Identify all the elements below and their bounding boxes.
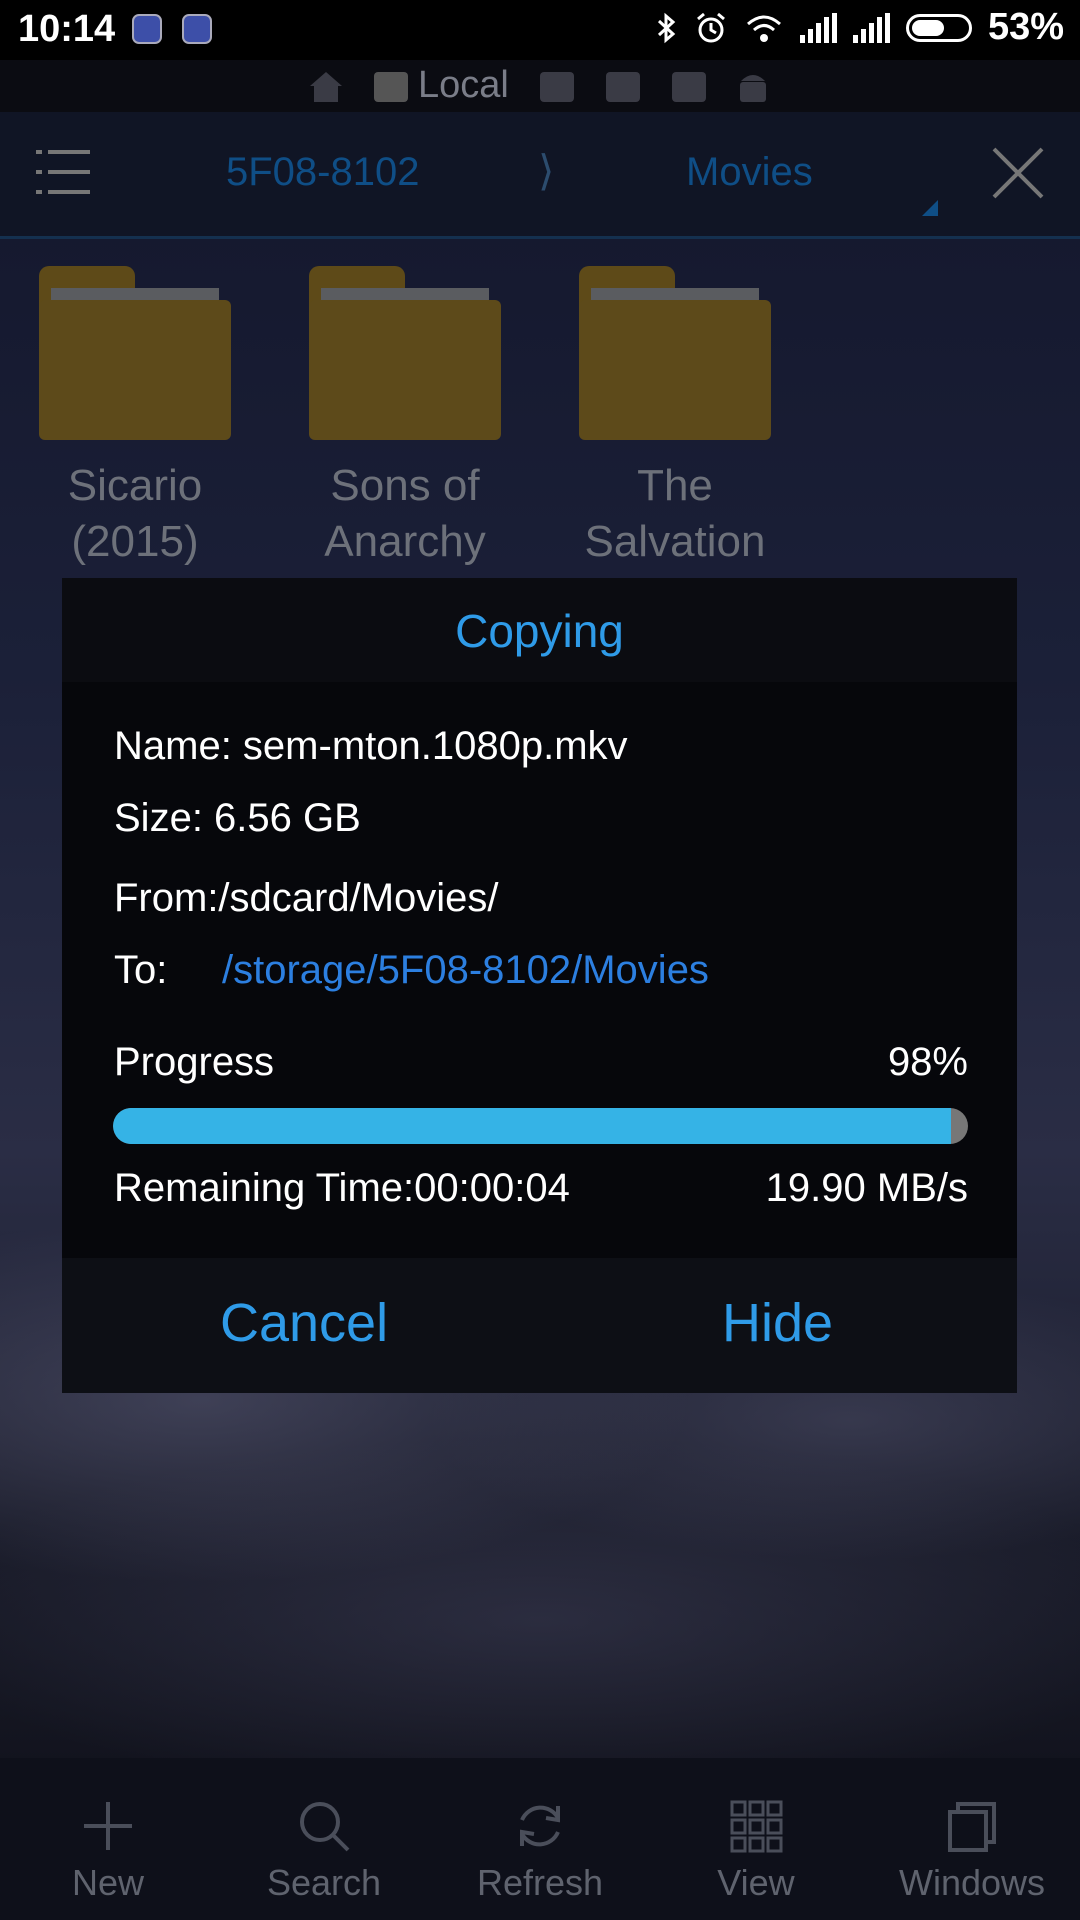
dialog-title: Copying bbox=[455, 605, 624, 657]
wifi-icon bbox=[746, 15, 781, 42]
folder-name: Sons of Anarchy bbox=[324, 461, 486, 566]
folder-icon bbox=[309, 266, 501, 440]
close-icon[interactable] bbox=[990, 145, 1046, 201]
folder-item[interactable]: The Salvation bbox=[578, 266, 772, 570]
view-label: View bbox=[717, 1862, 795, 1903]
dropdown-indicator-icon[interactable] bbox=[922, 200, 938, 216]
app-notification-icon bbox=[132, 14, 162, 44]
toolbar: 5F08-8102 ⟩ Movies bbox=[0, 112, 1080, 239]
signal-icon bbox=[852, 12, 890, 43]
file-size-text: Size: 6.56 GB bbox=[114, 796, 361, 840]
dialog-header: Copying bbox=[62, 578, 1017, 682]
sd-card-icon[interactable] bbox=[606, 72, 640, 102]
windows-button[interactable]: Windows bbox=[864, 1758, 1080, 1920]
location-tab-local[interactable]: Local bbox=[418, 64, 509, 107]
breadcrumb-separator: ⟩ bbox=[538, 147, 555, 194]
source-path-text: From:/sdcard/Movies/ bbox=[114, 876, 499, 920]
folder-icon bbox=[579, 266, 771, 440]
transfer-speed-text: 19.90 MB/s bbox=[765, 1166, 968, 1210]
plus-icon bbox=[84, 1802, 132, 1850]
progress-percent: 98% bbox=[887, 1040, 968, 1084]
app-notification-icon bbox=[182, 14, 212, 44]
search-button[interactable]: Search bbox=[216, 1758, 432, 1920]
location-tabs: Local bbox=[0, 60, 1080, 112]
menu-icon[interactable] bbox=[36, 148, 90, 198]
view-button[interactable]: View bbox=[648, 1758, 864, 1920]
status-time: 10:14 bbox=[18, 8, 116, 50]
battery-percent: 53% bbox=[987, 6, 1064, 48]
progress-bar-fill bbox=[113, 1108, 951, 1144]
folder-name: Sicario (2015) bbox=[67, 461, 203, 566]
bottom-toolbar: New Search Refresh View Windows bbox=[0, 1758, 1080, 1920]
grid-view-icon bbox=[730, 1800, 783, 1853]
breadcrumb-item[interactable]: 5F08-8102 bbox=[226, 150, 419, 195]
destination-label: To: bbox=[114, 948, 168, 992]
progress-label: Progress bbox=[114, 1040, 275, 1084]
folder-item[interactable]: Sicario (2015) bbox=[38, 266, 232, 570]
battery-icon bbox=[905, 13, 972, 42]
file-name-text: Name: sem-mton.1080p.mkv bbox=[114, 724, 628, 768]
new-label: New bbox=[71, 1862, 145, 1903]
bluetooth-icon bbox=[657, 12, 676, 43]
destination-row: To: /storage/5F08-8102/Movies bbox=[114, 948, 709, 993]
search-label: Search bbox=[266, 1862, 382, 1903]
new-button[interactable]: New bbox=[0, 1758, 216, 1920]
folder-name: The Salvation bbox=[584, 461, 766, 566]
sd-card-icon[interactable] bbox=[672, 72, 706, 102]
dialog-button-bar: Cancel Hide bbox=[62, 1258, 1017, 1393]
android-icon[interactable] bbox=[736, 70, 770, 104]
home-icon[interactable] bbox=[308, 68, 344, 104]
windows-label: Windows bbox=[898, 1862, 1046, 1903]
progress-bar bbox=[113, 1108, 968, 1144]
refresh-button[interactable]: Refresh bbox=[432, 1758, 648, 1920]
status-bar: 10:14 53% bbox=[0, 0, 1080, 60]
cancel-button[interactable]: Cancel bbox=[220, 1292, 388, 1354]
windows-icon bbox=[948, 1802, 996, 1852]
folder-item[interactable]: Sons of Anarchy bbox=[308, 266, 502, 570]
remaining-time-text: Remaining Time:00:00:04 bbox=[114, 1166, 570, 1210]
hide-button[interactable]: Hide bbox=[722, 1292, 833, 1354]
copying-dialog: Copying Name: sem-mton.1080p.mkv Size: 6… bbox=[62, 578, 1017, 1393]
sd-card-icon[interactable] bbox=[540, 72, 574, 102]
refresh-label: Refresh bbox=[476, 1862, 604, 1903]
refresh-icon bbox=[520, 1805, 560, 1847]
status-icons: 53% bbox=[656, 6, 1064, 49]
breadcrumb-item[interactable]: Movies bbox=[686, 150, 813, 195]
sd-card-icon[interactable] bbox=[374, 72, 408, 102]
folder-icon bbox=[39, 266, 231, 440]
signal-icon bbox=[799, 12, 837, 43]
destination-path-link[interactable]: /storage/5F08-8102/Movies bbox=[222, 948, 709, 993]
alarm-icon bbox=[696, 12, 725, 42]
search-icon bbox=[300, 1802, 350, 1852]
